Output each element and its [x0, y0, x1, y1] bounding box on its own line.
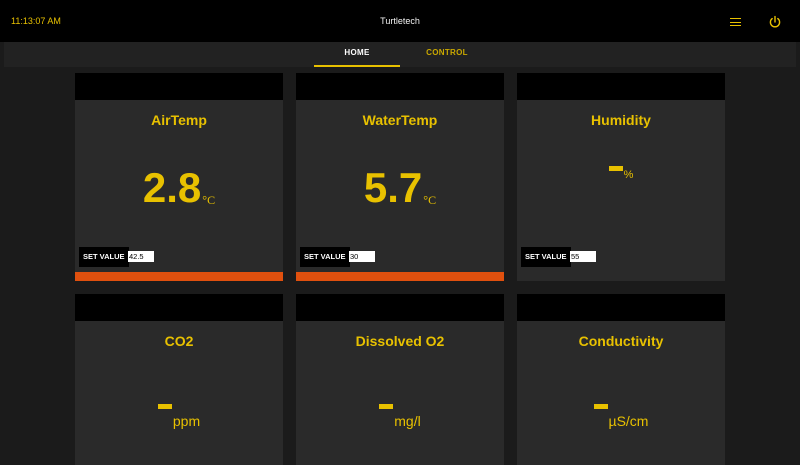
tab-home[interactable]: HOME: [314, 42, 400, 67]
card-co2: CO2 ppm: [75, 294, 283, 465]
reading: ppm: [75, 404, 283, 429]
reading: 5.7 °C: [296, 166, 504, 210]
tab-bar: HOME CONTROL: [4, 42, 796, 67]
reading: mg/l: [296, 404, 504, 429]
card-airtemp: AirTemp 2.8 °C SET VALUE: [75, 73, 283, 281]
no-reading-dash: [593, 404, 608, 409]
reading: 2.8 °C: [75, 166, 283, 210]
tab-home-label: HOME: [344, 48, 370, 57]
card-dissolved-o2: Dissolved O2 mg/l: [296, 294, 504, 465]
reading-value: 2.8: [142, 164, 202, 211]
reading-unit: °C: [202, 193, 216, 207]
no-reading-dash: [379, 404, 394, 409]
card-title: CO2: [164, 333, 194, 349]
alert-bar: [75, 272, 283, 281]
card-title: WaterTemp: [362, 112, 438, 128]
card-title: Conductivity: [578, 333, 664, 349]
set-value-input[interactable]: [349, 251, 375, 262]
card-watertemp: WaterTemp 5.7 °C SET VALUE: [296, 73, 504, 281]
set-value-button[interactable]: SET VALUE: [79, 247, 129, 267]
top-bar: 11:13:07 AM Turtletech: [0, 0, 800, 42]
reading-unit: °C: [423, 193, 437, 207]
reading-unit: %: [623, 169, 634, 181]
card-title: AirTemp: [151, 112, 207, 128]
card-title: Humidity: [591, 112, 651, 128]
tab-control[interactable]: CONTROL: [404, 42, 490, 67]
reading-unit: mg/l: [394, 413, 421, 429]
set-value-input[interactable]: [570, 251, 596, 262]
set-value-button[interactable]: SET VALUE: [521, 247, 571, 267]
card-header: [517, 73, 725, 100]
hamburger-menu-icon[interactable]: [730, 17, 742, 27]
reading: µS/cm: [517, 404, 725, 429]
card-header: [75, 294, 283, 321]
set-value-button[interactable]: SET VALUE: [300, 247, 350, 267]
card-header: [296, 294, 504, 321]
tab-control-label: CONTROL: [426, 48, 468, 57]
card-title: Dissolved O2: [355, 333, 445, 349]
reading: %: [517, 166, 725, 185]
set-value-input[interactable]: [128, 251, 154, 262]
active-tab-indicator: [314, 65, 400, 67]
reading-value: 5.7: [363, 164, 423, 211]
reading-unit: ppm: [172, 413, 201, 429]
card-humidity: Humidity % SET VALUE: [517, 73, 725, 281]
reading-unit: µS/cm: [608, 413, 649, 429]
app-title: Turtletech: [380, 16, 420, 26]
card-header: [517, 294, 725, 321]
alert-bar: [296, 272, 504, 281]
card-header: [75, 73, 283, 100]
no-reading-dash: [608, 166, 623, 171]
no-reading-dash: [157, 404, 172, 409]
card-header: [296, 73, 504, 100]
card-conductivity: Conductivity µS/cm: [517, 294, 725, 465]
power-icon[interactable]: [768, 15, 782, 29]
